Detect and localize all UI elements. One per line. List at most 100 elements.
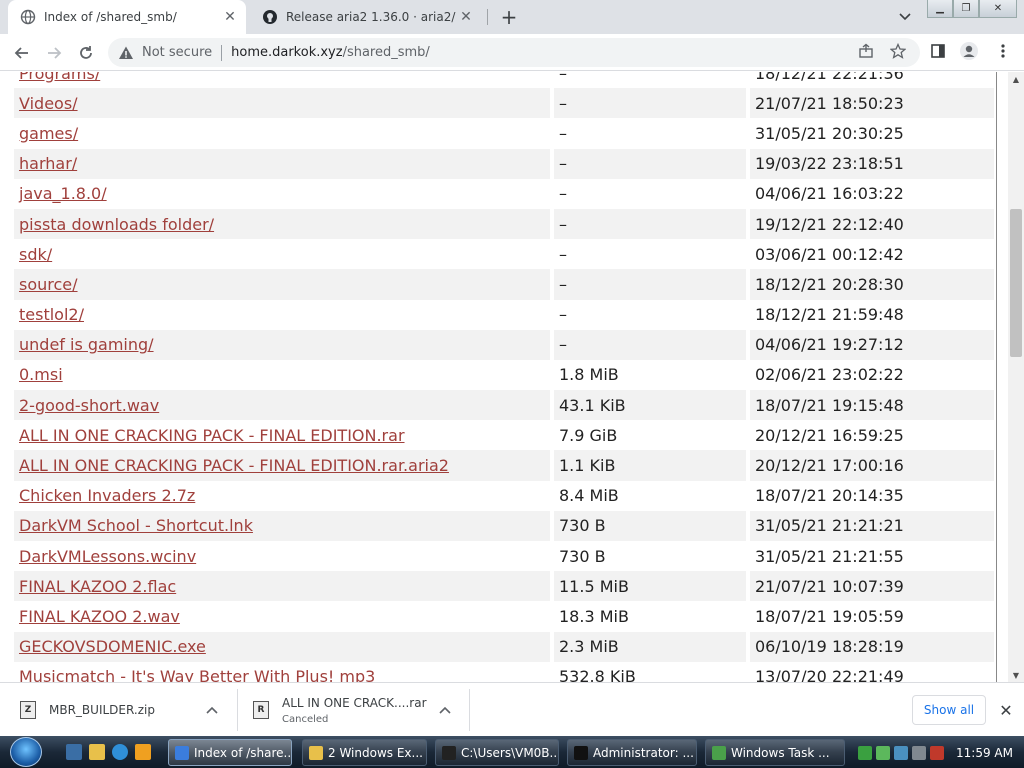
media-player-icon[interactable]: [135, 744, 151, 760]
zip-file-icon: Z: [20, 701, 36, 719]
file-link[interactable]: FINAL KAZOO 2.flac: [19, 577, 176, 596]
tray-app-icon[interactable]: [858, 745, 872, 760]
download-text: ALL IN ONE CRACK....rar Canceled: [282, 696, 427, 725]
start-button[interactable]: [10, 737, 42, 767]
app-icon: [175, 745, 189, 760]
taskbar-button[interactable]: Administrator: ...: [567, 739, 697, 766]
share-icon[interactable]: [856, 41, 876, 61]
new-tab-button[interactable]: +: [498, 5, 520, 29]
download-item-mbr-builder[interactable]: Z MBR_BUILDER.zip: [20, 683, 230, 737]
close-icon[interactable]: ✕: [456, 7, 476, 27]
file-date-cell: 18/12/21 21:59:48: [750, 299, 994, 330]
close-icon[interactable]: ✕: [220, 7, 240, 27]
file-link[interactable]: Chicken Invaders 2.7z: [19, 486, 195, 505]
file-link[interactable]: DarkVM School - Shortcut.lnk: [19, 516, 253, 535]
download-item-cracking-pack[interactable]: R ALL IN ONE CRACK....rar Canceled: [253, 683, 453, 737]
minimize-button[interactable]: ▁: [927, 0, 953, 18]
file-link[interactable]: sdk/: [19, 245, 52, 264]
file-date-cell: 18/07/21 19:05:59: [750, 601, 994, 632]
file-size-cell: –: [554, 269, 746, 300]
file-link[interactable]: DarkVMLessons.wcinv: [19, 547, 196, 566]
file-size-cell: 1.1 KiB: [554, 450, 746, 481]
page-scrollbar[interactable]: ▲ ▼: [1008, 72, 1024, 682]
back-button[interactable]: [10, 41, 34, 65]
taskbar-button[interactable]: Index of /share...: [168, 739, 292, 766]
tab-index-shared-smb[interactable]: Index of /shared_smb/ ✕: [8, 0, 246, 34]
menu-kebab-icon[interactable]: [993, 41, 1013, 61]
file-link[interactable]: GECKOVSDOMENIC.exe: [19, 637, 206, 656]
download-separator: [237, 689, 238, 731]
scroll-down-arrow-icon[interactable]: ▼: [1008, 668, 1024, 682]
internet-explorer-icon[interactable]: [112, 744, 128, 760]
file-name-cell: FINAL KAZOO 2.flac: [14, 571, 550, 602]
tab-aria2-release[interactable]: Release aria2 1.36.0 · aria2/aria2 ✕: [250, 0, 482, 34]
table-row: FINAL KAZOO 2.flac 11.5 MiB 21/07/21 10:07…: [14, 571, 994, 602]
address-bar[interactable]: Not secure home.darkok.xyz/shared_smb/: [108, 38, 920, 67]
file-name-cell: source/: [14, 269, 550, 300]
taskbar-button[interactable]: 2 Windows Ex...: [302, 739, 427, 766]
file-link[interactable]: 2-good-short.wav: [19, 396, 159, 415]
file-size-cell: 18.3 MiB: [554, 601, 746, 632]
file-size-cell: 730 B: [554, 541, 746, 572]
table-row: ALL IN ONE CRACKING PACK - FINAL EDITION…: [14, 450, 994, 481]
profile-icon[interactable]: [959, 41, 979, 61]
file-link[interactable]: testlol2/: [19, 305, 84, 324]
warning-icon[interactable]: [118, 45, 134, 61]
table-row: Musicmatch - It's Way Better With Plus! …: [14, 661, 994, 682]
tray-app-icon[interactable]: [894, 745, 908, 760]
taskbar-button[interactable]: Windows Task ...: [705, 739, 845, 766]
file-date-cell: 31/05/21 20:30:25: [750, 118, 994, 149]
chevron-up-icon[interactable]: [437, 702, 453, 718]
taskbar-button-label: Index of /share...: [194, 745, 292, 760]
forward-button[interactable]: [42, 41, 66, 65]
file-size-cell: –: [554, 118, 746, 149]
explorer-icon[interactable]: [89, 744, 105, 760]
close-window-button[interactable]: ✕: [979, 0, 1017, 18]
file-date-cell: 18/12/21 22:21:36: [750, 72, 994, 89]
file-link[interactable]: ALL IN ONE CRACKING PACK - FINAL EDITION…: [19, 426, 405, 445]
tray-app-icon[interactable]: [876, 745, 890, 760]
app-icon: [442, 745, 456, 760]
scrollbar-thumb[interactable]: [1010, 209, 1022, 357]
file-date-cell: 06/10/19 18:28:19: [750, 631, 994, 662]
file-link[interactable]: Programs/: [19, 72, 100, 83]
table-row: testlol2/ –18/12/21 21:59:48: [14, 299, 994, 330]
network-icon[interactable]: [912, 745, 926, 760]
chevron-up-icon[interactable]: [204, 702, 220, 718]
star-icon[interactable]: [888, 41, 908, 61]
restore-button[interactable]: ❐: [953, 0, 979, 18]
file-name-cell: DarkVMLessons.wcinv: [14, 541, 550, 572]
scroll-up-arrow-icon[interactable]: ▲: [1008, 72, 1024, 86]
chevron-down-icon[interactable]: [895, 8, 915, 26]
file-size-cell: –: [554, 208, 746, 240]
omnibox-divider: [221, 44, 223, 61]
show-all-button[interactable]: Show all: [912, 695, 986, 725]
tab-separator: [487, 9, 488, 25]
file-link[interactable]: harhar/: [19, 154, 77, 173]
file-date-cell: 04/06/21 16:03:22: [750, 178, 994, 209]
show-desktop-icon[interactable]: [66, 744, 82, 760]
file-link[interactable]: Musicmatch - It's Way Better With Plus! …: [19, 667, 375, 682]
file-link[interactable]: FINAL KAZOO 2.wav: [19, 607, 180, 626]
file-link[interactable]: ALL IN ONE CRACKING PACK - FINAL EDITION…: [19, 456, 449, 475]
file-link[interactable]: java_1.8.0/: [19, 184, 107, 203]
file-link[interactable]: pissta downloads folder/: [19, 215, 214, 234]
taskbar-clock[interactable]: 11:59 AM: [956, 746, 1013, 760]
file-link[interactable]: source/: [19, 275, 78, 294]
table-row: games/ –31/05/21 20:30:25: [14, 118, 994, 149]
file-link[interactable]: 0.msi: [19, 365, 63, 384]
file-size-cell: –: [554, 148, 746, 179]
file-date-cell: 18/12/21 20:28:30: [750, 269, 994, 300]
file-link[interactable]: Videos/: [19, 94, 78, 113]
file-name-cell: DarkVM School - Shortcut.lnk: [14, 510, 550, 541]
reload-button[interactable]: [74, 41, 98, 65]
close-icon[interactable]: ✕: [996, 700, 1016, 720]
taskbar-button[interactable]: C:\Users\VM0B...: [435, 739, 559, 766]
volume-muted-icon[interactable]: [930, 745, 944, 760]
side-panel-icon[interactable]: [928, 41, 948, 61]
file-link[interactable]: games/: [19, 124, 78, 143]
file-size-cell: 7.9 GiB: [554, 420, 746, 451]
table-row: Programs/ –18/12/21 22:21:36: [14, 72, 994, 89]
file-link[interactable]: undef is gaming/: [19, 335, 154, 354]
system-tray: 11:59 AM: [858, 739, 1024, 766]
